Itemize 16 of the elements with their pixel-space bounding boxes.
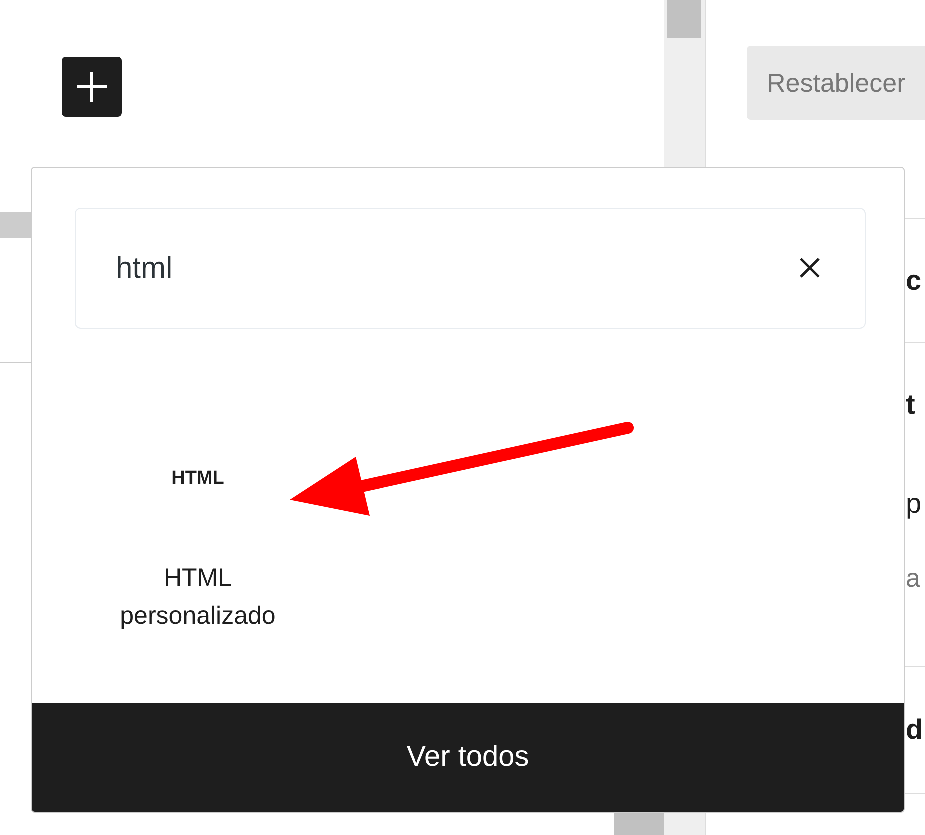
scrollbar-thumb[interactable]	[614, 813, 664, 835]
plus-icon	[77, 72, 107, 102]
section-heading: c	[906, 264, 922, 298]
reset-button[interactable]: Restablecer	[747, 46, 925, 120]
block-item[interactable]: HTML HTML personalizado	[98, 467, 298, 635]
block-label: HTML personalizado	[119, 563, 277, 632]
section-heading: t	[906, 388, 916, 422]
close-icon[interactable]	[800, 258, 820, 278]
section-text: p	[906, 487, 922, 521]
view-all-button[interactable]: Ver todos	[32, 703, 904, 812]
html-icon: HTML	[172, 467, 224, 491]
scrollbar-thumb[interactable]	[667, 0, 701, 38]
section-text: a	[906, 562, 920, 595]
search-field[interactable]: html	[75, 208, 866, 329]
section-heading: d	[906, 713, 924, 747]
add-block-button[interactable]	[62, 57, 122, 117]
